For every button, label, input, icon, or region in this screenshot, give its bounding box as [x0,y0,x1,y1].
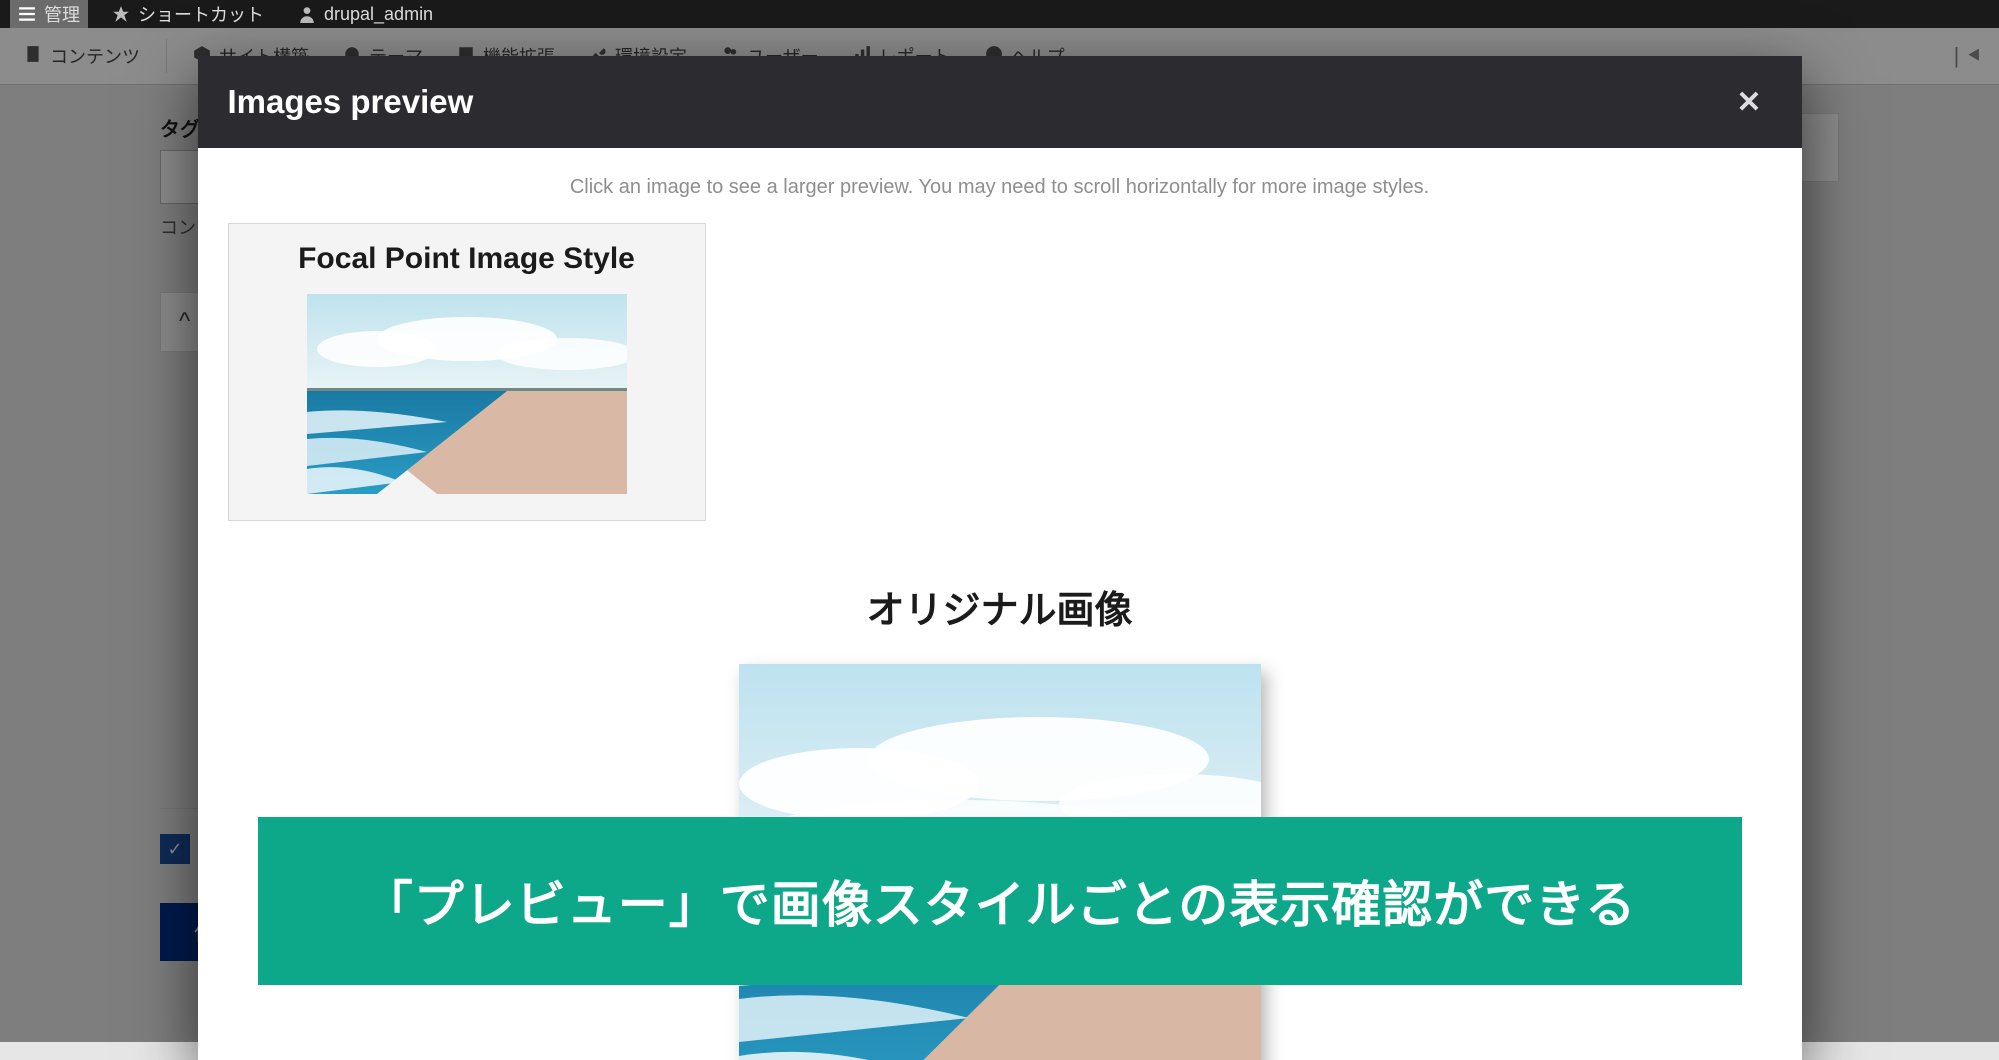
modal-close-button[interactable]: ✕ [1726,79,1771,126]
user-icon [298,5,316,23]
hamburger-icon [18,5,36,23]
user-menu[interactable]: drupal_admin [288,0,443,28]
image-style-title: Focal Point Image Style [249,242,685,276]
modal-header: Images preview ✕ [198,56,1802,148]
close-icon: ✕ [1736,86,1761,119]
original-image-title: オリジナル画像 [228,579,1772,634]
shortcuts-menu[interactable]: ショートカット [102,0,274,28]
annotation-banner: 「プレビュー」で画像スタイルごとの表示確認ができる [258,817,1742,985]
modal-hint: Click an image to see a larger preview. … [228,176,1772,199]
annotation-text: 「プレビュー」で画像スタイルごとの表示確認ができる [363,865,1637,937]
user-label: drupal_admin [324,4,433,25]
shortcuts-label: ショートカット [138,1,264,27]
beach-thumbnail-icon [307,294,627,494]
image-style-card: Focal Point Image Style [228,223,706,521]
admin-topbar: 管理 ショートカット drupal_admin [0,0,1999,28]
modal-title: Images preview [228,83,474,121]
style-preview-image[interactable] [307,294,627,494]
manage-label: 管理 [44,1,80,27]
images-preview-modal: Images preview ✕ Click an image to see a… [198,56,1802,1060]
star-icon [112,5,130,23]
manage-menu[interactable]: 管理 [10,0,88,28]
modal-body: Click an image to see a larger preview. … [198,148,1802,1060]
